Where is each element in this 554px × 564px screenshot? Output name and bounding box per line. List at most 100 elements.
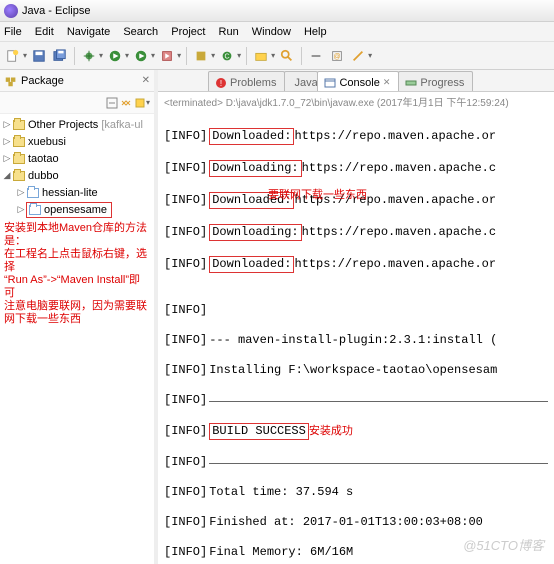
project-tree[interactable]: ▷ Other Projects [kafka-ul ▷ xuebusi ▷ t… [0, 114, 154, 220]
tab-label: Javadoc [294, 77, 318, 89]
dropdown-icon[interactable]: ▾ [99, 51, 103, 60]
toggle-button[interactable] [307, 47, 325, 65]
project-icon [12, 135, 26, 149]
svg-text:!: ! [220, 79, 222, 88]
expand-icon[interactable]: ▷ [2, 119, 12, 130]
info-tag: [INFO] [164, 363, 207, 378]
menu-navigate[interactable]: Navigate [67, 26, 110, 38]
annotation-need-net: 要联网下载一些东西 [268, 188, 367, 203]
log-text: https://repo.maven.apache.or [294, 257, 496, 272]
dropdown-icon[interactable]: ▾ [271, 51, 275, 60]
run-button[interactable] [106, 47, 124, 65]
tree-row-opensesame[interactable]: ▷ opensesame [0, 201, 154, 218]
problems-icon: ! [215, 77, 227, 89]
main-area: ! Problems Javadoc Console ✕ Progress <t… [158, 70, 554, 564]
menu-project[interactable]: Project [171, 26, 205, 38]
save-all-button[interactable] [51, 47, 69, 65]
tree-row-dubbo[interactable]: ◢ dubbo [0, 167, 154, 184]
log-text: https://repo.maven.apache.c [302, 225, 496, 240]
folder-icon [26, 186, 40, 200]
info-tag: [INFO] [164, 333, 207, 348]
log-text: Final Memory: 6M/16M [209, 545, 353, 560]
close-icon[interactable]: ✕ [383, 77, 391, 88]
menu-help[interactable]: Help [304, 26, 327, 38]
separator [186, 47, 187, 65]
view-title: Package [21, 75, 64, 87]
menu-edit[interactable]: Edit [35, 26, 54, 38]
title-bar: Java - Eclipse [0, 0, 554, 22]
new-package-button[interactable] [192, 47, 210, 65]
link-editor-icon[interactable] [120, 97, 132, 109]
log-text: Installing F:\workspace-taotao\opensesam [209, 363, 497, 378]
search-button[interactable] [278, 47, 296, 65]
console-description: <terminated> D:\java\jdk1.7.0_72\bin\jav… [158, 92, 554, 111]
view-menu-icon[interactable]: ▾ [146, 98, 150, 107]
info-tag: [INFO] [164, 393, 207, 408]
menu-window[interactable]: Window [252, 26, 291, 38]
tree-row-hessian[interactable]: ▷ hessian-lite [0, 184, 154, 201]
log-text: --- maven-install-plugin:2.3.1:install ( [209, 333, 497, 348]
filter-icon[interactable] [134, 97, 146, 109]
dropdown-icon[interactable]: ▾ [23, 51, 27, 60]
dropdown-icon[interactable]: ▾ [211, 51, 215, 60]
folder-icon [28, 203, 42, 217]
tree-label: Other Projects [28, 119, 98, 131]
expand-icon[interactable]: ▷ [16, 204, 26, 215]
dropdown-icon[interactable]: ▾ [125, 51, 129, 60]
info-tag: [INFO] [164, 129, 207, 144]
tree-row-other[interactable]: ▷ Other Projects [kafka-ul [0, 116, 154, 133]
dropdown-icon[interactable]: ▾ [177, 51, 181, 60]
tree-row-taotao[interactable]: ▷ taotao [0, 150, 154, 167]
info-tag: [INFO] [164, 193, 207, 208]
tree-label: dubbo [28, 170, 59, 182]
tree-row-xuebusi[interactable]: ▷ xuebusi [0, 133, 154, 150]
log-text: Total time: 37.594 s [209, 485, 353, 500]
info-tag: [INFO] [164, 545, 207, 560]
new-class-button[interactable]: C [218, 47, 236, 65]
collapse-icon[interactable]: ◢ [2, 170, 12, 181]
tab-console[interactable]: Console ✕ [317, 71, 399, 91]
log-text: Downloading: [212, 225, 298, 239]
info-tag: [INFO] [164, 161, 207, 176]
tab-problems[interactable]: ! Problems [208, 71, 285, 91]
annotation-button[interactable]: @ [328, 47, 346, 65]
console-output[interactable]: [INFO] Downloaded: https://repo.maven.ap… [158, 111, 554, 564]
dropdown-icon[interactable]: ▾ [368, 51, 372, 60]
tab-label: Console [339, 77, 379, 89]
ext-tools-button[interactable] [158, 47, 176, 65]
menu-file[interactable]: File [4, 26, 22, 38]
debug-button[interactable] [80, 47, 98, 65]
tab-progress[interactable]: Progress [398, 71, 473, 91]
project-icon [12, 169, 26, 183]
svg-text:C: C [225, 53, 230, 60]
tab-javadoc[interactable]: Javadoc [284, 71, 318, 91]
collapse-all-icon[interactable] [106, 97, 118, 109]
info-tag: [INFO] [164, 455, 207, 470]
run-last-button[interactable] [132, 47, 150, 65]
open-type-button[interactable] [252, 47, 270, 65]
menu-run[interactable]: Run [219, 26, 239, 38]
new-button[interactable] [4, 47, 22, 65]
dropdown-icon[interactable]: ▾ [237, 51, 241, 60]
log-text: Finished at: 2017-01-01T13:00:03+08:00 [209, 515, 483, 530]
package-icon [4, 74, 18, 88]
build-success: BUILD SUCCESS [209, 423, 309, 440]
svg-text:@: @ [334, 53, 341, 60]
pencil-button[interactable] [349, 47, 367, 65]
terminated-label: <terminated> [164, 98, 223, 109]
log-text: Downloaded: [212, 129, 291, 143]
expand-icon[interactable]: ▷ [16, 187, 26, 198]
expand-icon[interactable]: ▷ [2, 153, 12, 164]
menu-search[interactable]: Search [123, 26, 158, 38]
tree-label: taotao [28, 153, 59, 165]
view-small-icon[interactable]: ✕ [142, 75, 150, 86]
menu-bar: File Edit Navigate Search Project Run Wi… [0, 22, 554, 42]
dropdown-icon[interactable]: ▾ [151, 51, 155, 60]
info-tag: [INFO] [164, 515, 207, 530]
separator [74, 47, 75, 65]
save-button[interactable] [30, 47, 48, 65]
expand-icon[interactable]: ▷ [2, 136, 12, 147]
tab-label: Progress [420, 77, 464, 89]
log-text: Downloading: [212, 161, 298, 175]
info-tag: [INFO] [164, 424, 207, 439]
